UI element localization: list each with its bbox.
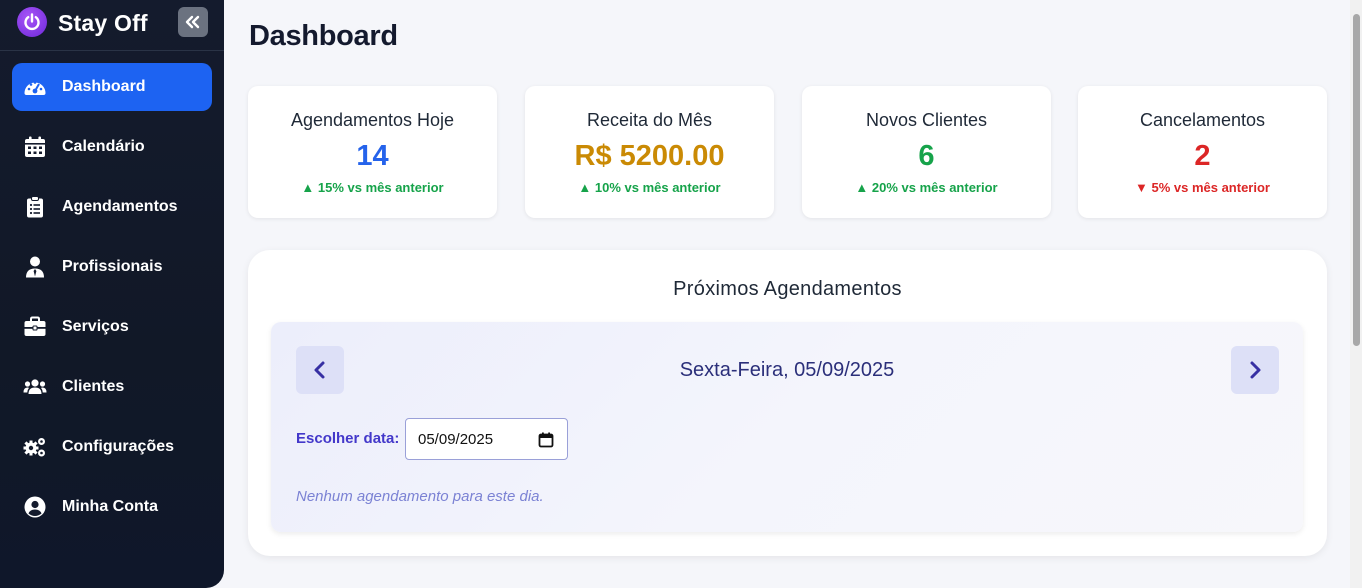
calendar-icon [25,136,45,157]
sidebar-item-calendario[interactable]: Calendário [12,123,212,171]
calendar-icon[interactable] [538,432,554,448]
upcoming-appointments-panel: Próximos Agendamentos Sexta-Feira, 05/09… [248,250,1327,556]
sidebar-item-label: Calendário [62,138,145,155]
sidebar-item-clientes[interactable]: Clientes [12,363,212,411]
stat-value: 2 [1194,140,1211,172]
date-picker-value: 05/09/2025 [418,431,494,448]
stat-title: Receita do Mês [586,110,713,130]
users-icon [23,379,47,394]
sidebar-item-label: Configurações [62,438,175,455]
selected-date-label: Sexta-Feira, 05/09/2025 [679,359,895,381]
day-view: Sexta-Feira, 05/09/2025 Escolher data: 0… [271,322,1303,532]
sidebar-item-label: Dashboard [62,78,146,95]
stat-value: R$ 5200.00 [574,140,725,172]
user-tie-icon [26,256,44,278]
stat-value: 6 [918,140,935,172]
date-picker-label: Escolher data: [296,430,400,447]
sidebar-item-label: Clientes [62,378,125,395]
sidebar-item-label: Serviços [62,318,129,335]
sidebar-item-label: Profissionais [62,258,163,275]
vertical-scrollbar[interactable] [1350,0,1362,588]
sidebar-nav: Dashboard Calendário Agendamentos Profis… [12,63,212,543]
double-chevron-left-icon [185,15,200,29]
user-circle-icon [24,496,46,518]
stat-title: Agendamentos Hoje [290,110,455,130]
brand-header: Stay Off [0,0,224,51]
scrollbar-thumb[interactable] [1353,14,1360,346]
sidebar-item-servicos[interactable]: Serviços [12,303,212,351]
sidebar-item-label: Minha Conta [62,498,158,515]
stat-trend: ▲ 20% vs mês anterior [855,180,998,195]
chevron-right-icon [1250,361,1261,379]
stat-trend: ▲ 15% vs mês anterior [301,180,444,195]
sidebar-item-configuracoes[interactable]: Configurações [12,423,212,471]
page-title: Dashboard [249,20,398,52]
empty-appointments-message: Nenhum agendamento para este dia. [296,488,544,505]
sidebar: Stay Off Dashboard Calendário Agendament… [0,0,224,588]
stat-trend: ▼ 5% vs mês anterior [1135,180,1270,195]
gauge-icon [24,81,46,95]
stat-card-agendamentos-hoje: Agendamentos Hoje 14 ▲ 15% vs mês anteri… [248,86,497,218]
date-picker-input[interactable]: 05/09/2025 [405,418,568,460]
sidebar-item-dashboard[interactable]: Dashboard [12,63,212,111]
stat-card-novos-clientes: Novos Clientes 6 ▲ 20% vs mês anterior [802,86,1051,218]
stat-card-cancelamentos: Cancelamentos 2 ▼ 5% vs mês anterior [1078,86,1327,218]
power-icon [17,7,47,37]
briefcase-icon [24,316,46,336]
stat-card-receita-do-mes: Receita do Mês R$ 5200.00 ▲ 10% vs mês a… [525,86,774,218]
sidebar-item-label: Agendamentos [62,198,178,215]
stat-title: Novos Clientes [865,110,988,130]
stat-title: Cancelamentos [1139,110,1266,130]
stat-value: 14 [356,140,389,172]
collapse-sidebar-button[interactable] [178,7,208,37]
clipboard-icon [27,196,43,218]
sidebar-item-minha-conta[interactable]: Minha Conta [12,483,212,531]
gears-icon [23,438,45,457]
stat-trend: ▲ 10% vs mês anterior [578,180,721,195]
next-day-button[interactable] [1231,346,1279,394]
appointments-title: Próximos Agendamentos [673,278,902,300]
sidebar-item-agendamentos[interactable]: Agendamentos [12,183,212,231]
sidebar-item-profissionais[interactable]: Profissionais [12,243,212,291]
brand-name: Stay Off [58,10,148,36]
